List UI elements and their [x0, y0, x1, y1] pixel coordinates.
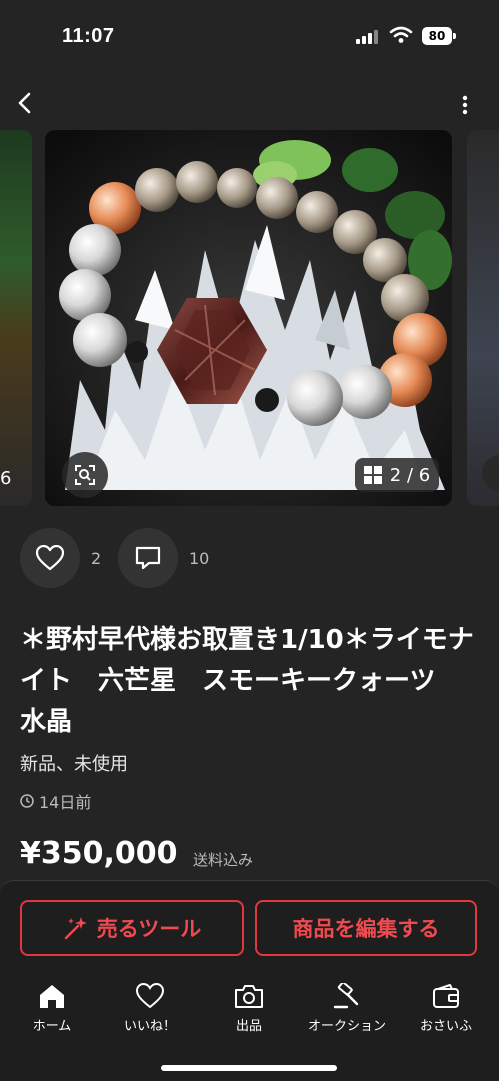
signal-icon: [356, 28, 380, 44]
next-photo[interactable]: [467, 130, 499, 506]
battery-tip: [453, 33, 456, 39]
previous-photo[interactable]: [0, 130, 32, 506]
heart-icon: [36, 545, 64, 571]
comment-button[interactable]: [118, 528, 178, 588]
grid-icon: [363, 466, 382, 484]
status-time: 11:07: [62, 25, 115, 47]
tab-label: 出品: [235, 1019, 262, 1034]
edit-item-label: 商品を編集する: [292, 917, 440, 941]
product-photo[interactable]: [45, 130, 452, 506]
sell-tool-button[interactable]: 売るツール: [20, 900, 244, 956]
tab-label: ホーム: [32, 1019, 72, 1034]
back-chevron-icon[interactable]: [14, 90, 36, 116]
previous-photo-number: 6: [0, 468, 12, 489]
image-search-button[interactable]: [62, 452, 108, 498]
tab-label: おさいふ: [419, 1019, 472, 1034]
magic-wand-icon: [64, 917, 87, 940]
tab-label: いいね！: [123, 1019, 176, 1034]
wifi-icon: [389, 26, 413, 43]
tab-home[interactable]: ホーム: [12, 983, 92, 1034]
item-title: ＊野村早代様お取置き1/10＊ライモナイト 六芒星 スモーキークォーツ 水晶: [20, 625, 474, 737]
tab-wallet[interactable]: おさいふ: [406, 983, 486, 1034]
photo-counter-text: 2 / 6: [389, 464, 431, 486]
more-options-icon[interactable]: [454, 94, 476, 116]
tab-sell[interactable]: 出品: [209, 983, 289, 1034]
item-condition: 新品、未使用: [20, 754, 128, 775]
gavel-icon: [333, 983, 359, 1009]
like-count: 2: [91, 549, 102, 568]
comment-icon: [135, 546, 161, 570]
scan-icon: [75, 465, 95, 485]
home-icon: [40, 985, 64, 1008]
camera-icon: [235, 985, 263, 1008]
photo-counter-badge[interactable]: 2 / 6: [355, 458, 439, 492]
item-price: ¥350,000: [20, 836, 178, 871]
comment-count: 10: [189, 549, 210, 568]
sell-tool-label: 売るツール: [96, 917, 202, 941]
tab-label: オークション: [307, 1019, 386, 1034]
edit-item-button[interactable]: 商品を編集する: [255, 900, 477, 956]
posted-time-text: 14日前: [39, 793, 92, 812]
tab-likes[interactable]: いいね！: [110, 983, 190, 1034]
home-indicator: [161, 1065, 337, 1071]
posted-time: 14日前: [20, 789, 91, 813]
wallet-icon: [433, 984, 459, 1008]
tab-auction[interactable]: オークション: [305, 983, 389, 1034]
battery-icon: 80: [422, 27, 452, 45]
like-button[interactable]: [20, 528, 80, 588]
shipping-note: 送料込み: [193, 851, 254, 869]
clock-icon: [20, 794, 34, 808]
heart-icon: [136, 983, 164, 1009]
product-photo-illustration: [45, 130, 452, 506]
